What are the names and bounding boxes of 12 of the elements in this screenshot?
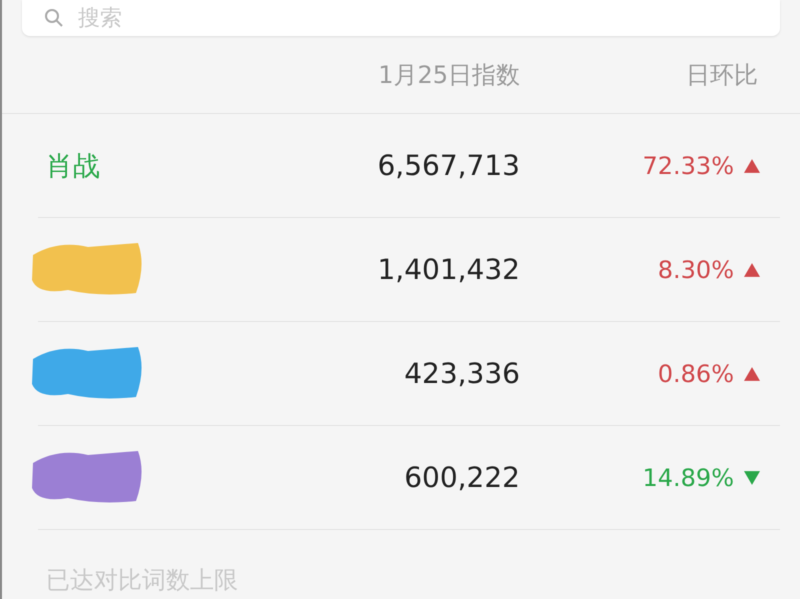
change-percent: 14.89%: [642, 464, 734, 492]
change-percent: 72.33%: [642, 152, 734, 180]
index-value: 6,567,713: [376, 149, 520, 182]
change-percent: 0.86%: [658, 360, 734, 388]
search-icon: [44, 8, 64, 28]
index-value: 1,401,432: [376, 253, 520, 286]
keyword-name: 肖战: [46, 150, 100, 184]
column-header: 日环比: [685, 60, 758, 90]
change-percent: 8.30%: [658, 256, 734, 284]
column-header: 1月25日指数: [377, 60, 520, 90]
index-value: 423,336: [403, 357, 520, 390]
index-value: 600,222: [403, 461, 520, 494]
